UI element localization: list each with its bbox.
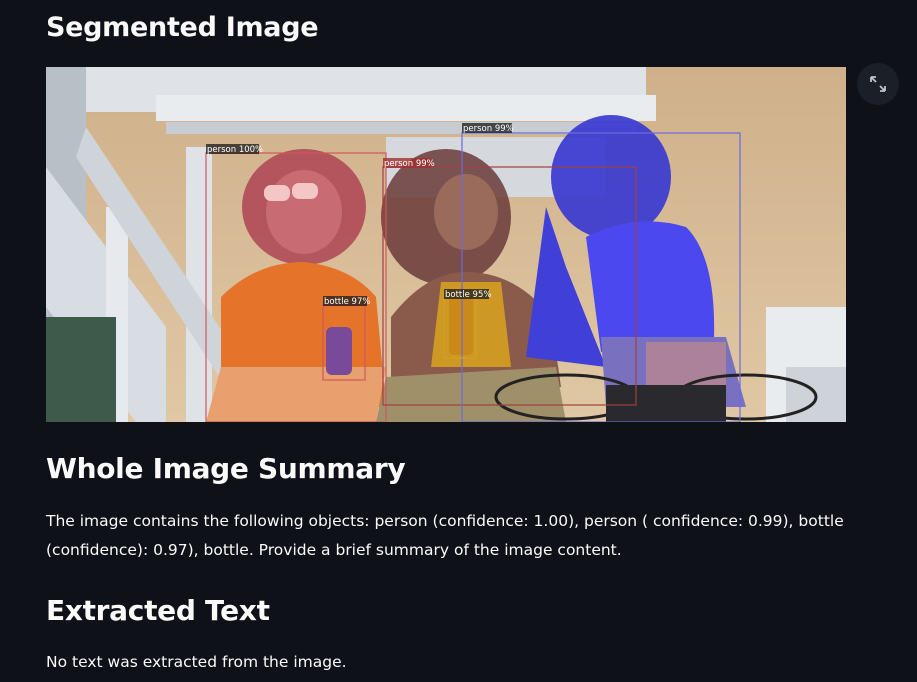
person-label-2: person 99% bbox=[384, 159, 435, 169]
segmented-image: person 100% person 99% person 99% bottle… bbox=[46, 67, 846, 422]
extracted-text-heading: Extracted Text bbox=[46, 594, 270, 627]
bottle-label-1: bottle 97% bbox=[324, 297, 370, 307]
fullscreen-expand-icon bbox=[870, 76, 886, 92]
bottle-label-2: bottle 95% bbox=[445, 290, 491, 300]
segmented-image-heading: Segmented Image bbox=[46, 12, 319, 43]
person-label-3: person 99% bbox=[463, 124, 514, 134]
extracted-text: No text was extracted from the image. bbox=[46, 653, 347, 671]
fullscreen-button[interactable] bbox=[857, 63, 899, 105]
summary-heading: Whole Image Summary bbox=[46, 452, 406, 485]
app-page: Segmented Image person 100% person 99% p… bbox=[0, 0, 917, 682]
summary-text: The image contains the following objects… bbox=[46, 512, 844, 559]
person-label-1: person 100% bbox=[207, 145, 263, 155]
